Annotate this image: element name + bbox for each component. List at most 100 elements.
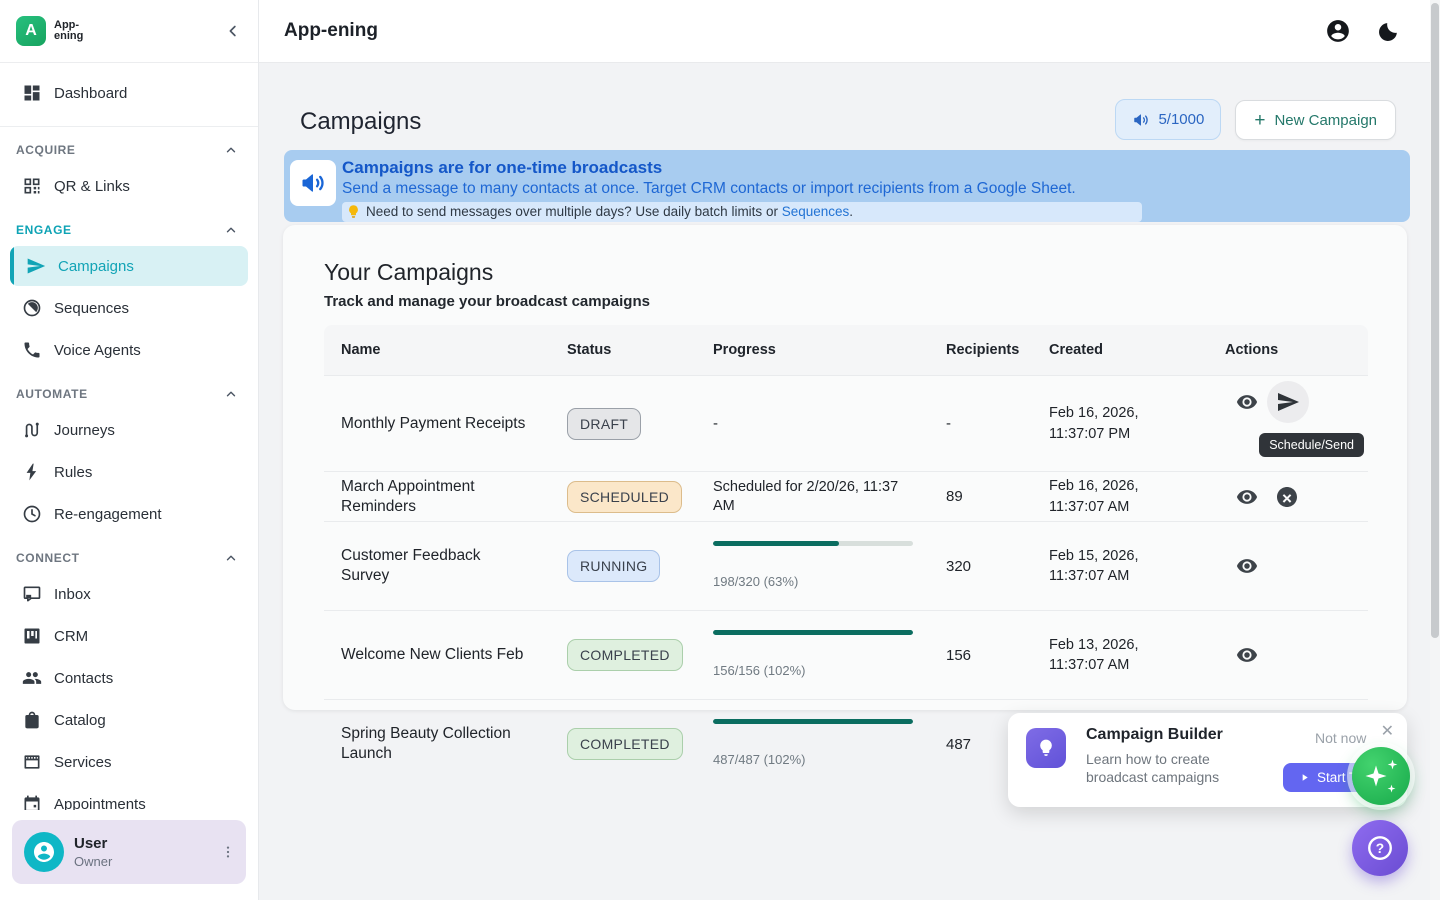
- section-engage[interactable]: ENGAGE: [0, 207, 258, 245]
- sidebar-header: A App- ening: [0, 0, 258, 63]
- created-cell: Feb 15, 2026,11:37:07 AM: [1049, 546, 1225, 587]
- table-row: Monthly Payment Receipts DRAFT - - Feb 1…: [324, 375, 1368, 471]
- section-automate[interactable]: AUTOMATE: [0, 371, 258, 409]
- popup-body: Learn how to create broadcast campaigns: [1086, 750, 1238, 786]
- shopping-bag-icon: [22, 710, 42, 730]
- recipients-cell: 156: [946, 647, 1049, 664]
- help-fab[interactable]: ?: [1352, 820, 1408, 876]
- sidebar-item-journeys[interactable]: Journeys: [0, 409, 258, 451]
- progress-bar: [713, 541, 913, 546]
- banner-tip: Need to send messages over multiple days…: [342, 202, 1142, 222]
- dashboard-icon: [22, 83, 42, 103]
- megaphone-icon: [1132, 111, 1150, 129]
- progress-bar: [713, 630, 913, 635]
- sidebar-item-crm[interactable]: CRM: [0, 615, 258, 657]
- table-row: Customer Feedback Survey RUNNING 198/320…: [324, 521, 1368, 610]
- page-title: Campaigns: [300, 108, 421, 140]
- cancel-campaign-button[interactable]: [1267, 477, 1307, 517]
- sidebar-item-dashboard[interactable]: Dashboard: [0, 72, 258, 114]
- sidebar-item-rules[interactable]: Rules: [0, 451, 258, 493]
- megaphone-icon: [290, 160, 336, 206]
- close-icon[interactable]: ✕: [1381, 721, 1394, 741]
- sidebar-item-label: Journeys: [54, 422, 115, 439]
- sidebar-item-label: Contacts: [54, 670, 113, 687]
- recipients-cell: -: [946, 415, 1049, 432]
- sidebar-item-qr-links[interactable]: QR & Links: [0, 165, 258, 207]
- recipients-cell: 89: [946, 488, 1049, 505]
- table-header: Name Status Progress Recipients Created …: [324, 325, 1368, 375]
- recipients-cell: 320: [946, 558, 1049, 575]
- banner-subtitle: Send a message to many contacts at once.…: [342, 180, 1142, 198]
- lightbulb-icon: [346, 204, 361, 219]
- scrollbar-thumb[interactable]: [1431, 3, 1439, 638]
- sidebar-item-label: Inbox: [54, 586, 91, 603]
- sidebar-item-label: Services: [54, 754, 112, 771]
- sequences-link[interactable]: Sequences: [782, 204, 850, 219]
- campaign-builder-popup: Campaign Builder Learn how to create bro…: [1008, 713, 1407, 807]
- dark-mode-moon-icon[interactable]: [1377, 20, 1400, 43]
- clock-icon: [22, 504, 42, 524]
- account-icon[interactable]: [1325, 18, 1351, 44]
- progress-label: 487/487 (102%): [713, 750, 918, 769]
- banner-title: Campaigns are for one-time broadcasts: [342, 158, 1142, 178]
- sidebar-item-contacts[interactable]: Contacts: [0, 657, 258, 699]
- progress-bar: [713, 719, 913, 724]
- sidebar-item-re-engagement[interactable]: Re-engagement: [0, 493, 258, 535]
- progress-cell: Scheduled for 2/20/26, 11:37 AM: [713, 478, 946, 516]
- user-role: Owner: [74, 854, 112, 869]
- sidebar-item-label: QR & Links: [54, 178, 130, 195]
- sidebar-item-inbox[interactable]: Inbox: [0, 573, 258, 615]
- tip-text: Need to send messages over multiple days…: [366, 204, 782, 219]
- page-head: Campaigns 5/1000 + New Campaign: [259, 64, 1440, 148]
- actions-cell: [1225, 477, 1368, 517]
- lightning-icon: [22, 462, 42, 482]
- app-logo-text: App- ening: [54, 20, 83, 42]
- created-cell: Feb 16, 2026,11:37:07 PM: [1049, 403, 1225, 444]
- status-badge: SCHEDULED: [567, 481, 682, 513]
- sidebar-item-campaigns[interactable]: Campaigns: [10, 246, 248, 286]
- col-created: Created: [1049, 342, 1225, 358]
- not-now-button[interactable]: Not now: [1315, 730, 1366, 746]
- sidebar-item-voice-agents[interactable]: Voice Agents: [0, 329, 258, 371]
- view-campaign-button[interactable]: [1227, 477, 1267, 517]
- view-campaign-button[interactable]: [1227, 546, 1267, 586]
- view-campaign-button[interactable]: [1227, 382, 1267, 422]
- svg-text:?: ?: [1376, 841, 1384, 856]
- chevron-up-icon: [224, 387, 238, 401]
- sidebar-item-label: Sequences: [54, 300, 129, 317]
- col-name: Name: [324, 340, 567, 360]
- table-row: Welcome New Clients Feb COMPLETED 156/15…: [324, 610, 1368, 699]
- campaign-quota-badge[interactable]: 5/1000: [1115, 99, 1221, 140]
- user-menu-icon[interactable]: [220, 844, 236, 860]
- sidebar-item-label: Voice Agents: [54, 342, 141, 359]
- col-progress: Progress: [713, 342, 946, 358]
- sidebar-item-catalog[interactable]: Catalog: [0, 699, 258, 741]
- view-campaign-button[interactable]: [1227, 635, 1267, 675]
- chevron-up-icon: [224, 551, 238, 565]
- sidebar-collapse-icon[interactable]: [224, 22, 242, 40]
- section-label: ACQUIRE: [16, 143, 76, 157]
- campaign-name: Welcome New Clients Feb: [324, 645, 567, 665]
- section-connect[interactable]: CONNECT: [0, 535, 258, 573]
- status-badge: COMPLETED: [567, 728, 683, 760]
- created-cell: Feb 16, 2026,11:37:07 AM: [1049, 476, 1225, 517]
- chevron-up-icon: [224, 223, 238, 237]
- info-banner: Campaigns are for one-time broadcasts Se…: [284, 150, 1410, 222]
- campaigns-card: Your Campaigns Track and manage your bro…: [283, 225, 1407, 710]
- sidebar-item-services[interactable]: Services: [0, 741, 258, 783]
- section-label: AUTOMATE: [16, 387, 88, 401]
- created-cell: Feb 13, 2026,11:37:07 AM: [1049, 635, 1225, 676]
- question-icon: ?: [1365, 833, 1395, 863]
- sidebar-item-sequences[interactable]: Sequences: [0, 287, 258, 329]
- quota-value: 5/1000: [1158, 111, 1204, 128]
- section-label: ENGAGE: [16, 223, 72, 237]
- ai-assistant-fab[interactable]: [1352, 747, 1410, 805]
- schedule-send-button[interactable]: [1267, 381, 1309, 423]
- col-recipients: Recipients: [946, 342, 1049, 358]
- new-campaign-button[interactable]: + New Campaign: [1235, 100, 1396, 140]
- section-acquire[interactable]: ACQUIRE: [0, 127, 258, 165]
- progress-bar-fill: [713, 719, 913, 724]
- app-title: App-ening: [284, 20, 378, 42]
- user-card[interactable]: User Owner: [12, 820, 246, 884]
- progress-cell: 198/320 (63%): [713, 522, 946, 610]
